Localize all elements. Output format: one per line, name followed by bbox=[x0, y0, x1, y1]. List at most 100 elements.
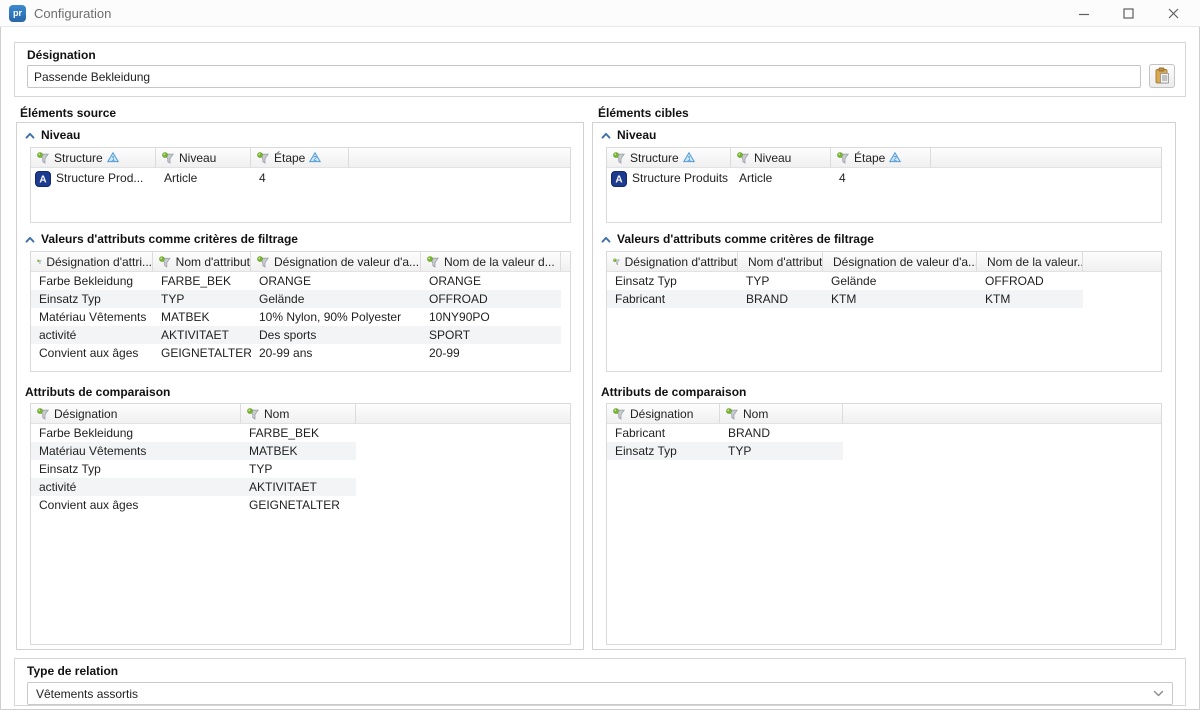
cell-etape: 4 bbox=[251, 168, 349, 189]
column-header-structure[interactable]: Structure 1 bbox=[607, 148, 731, 167]
close-button[interactable] bbox=[1151, 0, 1196, 27]
source-elements-title: Éléments source bbox=[20, 106, 116, 120]
filter-icon bbox=[613, 152, 626, 164]
article-icon: A bbox=[611, 171, 627, 187]
relation-type-dropdown[interactable]: Vêtements assortis bbox=[27, 682, 1173, 705]
column-header-value-name[interactable]: Nom de la valeur d... bbox=[421, 252, 561, 271]
table-row[interactable]: Einsatz Typ TYP Gelände OFFROAD bbox=[607, 272, 1083, 290]
table-row[interactable]: Fabricant BRAND KTM KTM bbox=[607, 290, 1083, 308]
collapse-caret-icon[interactable] bbox=[601, 132, 611, 139]
cell-structure: Structure Prod... bbox=[56, 168, 143, 189]
column-header-niveau[interactable]: Niveau bbox=[731, 148, 831, 167]
table-row[interactable]: Farbe Bekleidung FARBE_BEK bbox=[31, 424, 356, 442]
cell: SPORT bbox=[421, 326, 561, 344]
clipboard-button[interactable] bbox=[1149, 64, 1175, 88]
column-header-structure[interactable]: Structure 1 bbox=[31, 148, 156, 167]
table-row[interactable]: Convient aux âges GEIGNETALTER 20-99 ans… bbox=[31, 344, 561, 362]
filter-icon bbox=[613, 256, 621, 268]
cell: 20-99 bbox=[421, 344, 561, 362]
source-comparison-table: Désignation Nom Farbe Bekleidung FARBE_B… bbox=[30, 403, 571, 645]
collapse-caret-icon[interactable] bbox=[25, 236, 35, 243]
table-row[interactable]: A Structure Prod... Article 4 bbox=[31, 168, 349, 189]
filter-icon bbox=[737, 152, 750, 164]
section-label: Attributs de comparaison bbox=[601, 385, 746, 399]
source-filter-section-header[interactable]: Valeurs d'attributs comme critères de fi… bbox=[25, 232, 298, 246]
filter-icon bbox=[37, 408, 50, 420]
cell: TYP bbox=[720, 442, 843, 460]
cell: Farbe Bekleidung bbox=[31, 272, 153, 290]
cell: Gelände bbox=[251, 290, 421, 308]
column-header-value-designation[interactable]: Désignation de valeur d'a... bbox=[251, 252, 421, 271]
table-row[interactable]: Einsatz Typ TYP Gelände OFFROAD bbox=[31, 290, 561, 308]
cell-structure: Structure Produits bbox=[632, 168, 728, 189]
cell: KTM bbox=[977, 290, 1083, 308]
sort-asc-secondary-icon: 2 bbox=[309, 152, 321, 163]
cell: Matériau Vêtements bbox=[31, 308, 153, 326]
cell: Fabricant bbox=[607, 424, 720, 442]
sort-asc-secondary-icon: 2 bbox=[889, 152, 901, 163]
cell: Fabricant bbox=[607, 290, 738, 308]
table-row[interactable]: A Structure Produits Article 4 bbox=[607, 168, 931, 189]
source-niveau-table: Structure 1 Niveau Étape 2 bbox=[30, 147, 571, 223]
cell: GEIGNETALTER bbox=[153, 344, 251, 362]
designation-group: Désignation bbox=[14, 42, 1186, 97]
sort-order-badge: 2 bbox=[314, 156, 318, 163]
source-filter-values-table: Désignation d'attri... Nom d'attribut Dé… bbox=[30, 251, 571, 372]
column-header-attr-name[interactable]: Nom d'attribut bbox=[738, 252, 823, 271]
source-niveau-section-header[interactable]: Niveau bbox=[25, 128, 80, 142]
minimize-button[interactable] bbox=[1061, 0, 1106, 27]
maximize-button[interactable] bbox=[1106, 0, 1151, 27]
designation-input[interactable] bbox=[27, 65, 1141, 88]
column-header-nom[interactable]: Nom bbox=[720, 404, 843, 423]
cell: Convient aux âges bbox=[31, 496, 241, 514]
column-header-value-designation[interactable]: Désignation de valeur d'a... bbox=[823, 252, 977, 271]
collapse-caret-icon[interactable] bbox=[25, 132, 35, 139]
cell: Gelände bbox=[823, 272, 977, 290]
table-row[interactable]: activité AKTIVITAET bbox=[31, 478, 356, 496]
column-header-nom[interactable]: Nom bbox=[241, 404, 356, 423]
column-header-etape[interactable]: Étape 2 bbox=[831, 148, 931, 167]
table-header-row: Désignation d'attri... Nom d'attribut Dé… bbox=[31, 252, 570, 272]
column-label: Nom de la valeur... bbox=[987, 255, 1083, 269]
target-comparison-table: Désignation Nom Fabricant BRAND Einsatz … bbox=[606, 403, 1162, 645]
chevron-down-icon bbox=[1153, 690, 1164, 697]
section-label: Valeurs d'attributs comme critères de fi… bbox=[617, 232, 874, 246]
column-label: Nom de la valeur d... bbox=[444, 255, 555, 269]
column-header-attr-designation[interactable]: Désignation d'attri... bbox=[31, 252, 153, 271]
table-row[interactable]: Einsatz Typ TYP bbox=[607, 442, 843, 460]
configuration-window: pr Configuration Désignation bbox=[0, 0, 1200, 710]
cell: FARBE_BEK bbox=[153, 272, 251, 290]
dropdown-value: Vêtements assortis bbox=[36, 687, 1153, 701]
table-header-row: Structure 1 Niveau Étape 2 bbox=[607, 148, 1161, 168]
table-row[interactable]: Convient aux âges GEIGNETALTER bbox=[31, 496, 356, 514]
target-filter-section-header[interactable]: Valeurs d'attributs comme critères de fi… bbox=[601, 232, 874, 246]
table-row[interactable]: Fabricant BRAND bbox=[607, 424, 843, 442]
column-header-designation[interactable]: Désignation bbox=[31, 404, 241, 423]
table-header-row: Désignation d'attribut Nom d'attribut Dé… bbox=[607, 252, 1161, 272]
collapse-caret-icon[interactable] bbox=[601, 236, 611, 243]
table-row[interactable]: Matériau Vêtements MATBEK bbox=[31, 442, 356, 460]
table-row[interactable]: Farbe Bekleidung FARBE_BEK ORANGE ORANGE bbox=[31, 272, 561, 290]
target-comparison-section-header: Attributs de comparaison bbox=[601, 385, 746, 399]
table-row[interactable]: Matériau Vêtements MATBEK 10% Nylon, 90%… bbox=[31, 308, 561, 326]
target-niveau-table: Structure 1 Niveau Étape 2 bbox=[606, 147, 1162, 223]
cell: Farbe Bekleidung bbox=[31, 424, 241, 442]
column-label: Nom d'attribut bbox=[176, 255, 250, 269]
column-header-designation[interactable]: Désignation bbox=[607, 404, 720, 423]
cell: TYP bbox=[153, 290, 251, 308]
column-label: Désignation d'attri... bbox=[46, 255, 152, 269]
column-header-niveau[interactable]: Niveau bbox=[156, 148, 251, 167]
cell-niveau: Article bbox=[156, 168, 251, 189]
column-header-value-name[interactable]: Nom de la valeur... bbox=[977, 252, 1083, 271]
table-row[interactable]: activité AKTIVITAET Des sports SPORT bbox=[31, 326, 561, 344]
table-row[interactable]: Einsatz Typ TYP bbox=[31, 460, 356, 478]
column-label: Étape bbox=[274, 151, 305, 165]
column-header-attr-name[interactable]: Nom d'attribut bbox=[153, 252, 251, 271]
column-header-etape[interactable]: Étape 2 bbox=[251, 148, 349, 167]
target-niveau-section-header[interactable]: Niveau bbox=[601, 128, 656, 142]
app-icon: pr bbox=[9, 5, 26, 22]
cell: BRAND bbox=[738, 290, 823, 308]
cell: 10NY90PO bbox=[421, 308, 561, 326]
filter-icon bbox=[613, 408, 626, 420]
column-header-attr-designation[interactable]: Désignation d'attribut bbox=[607, 252, 738, 271]
